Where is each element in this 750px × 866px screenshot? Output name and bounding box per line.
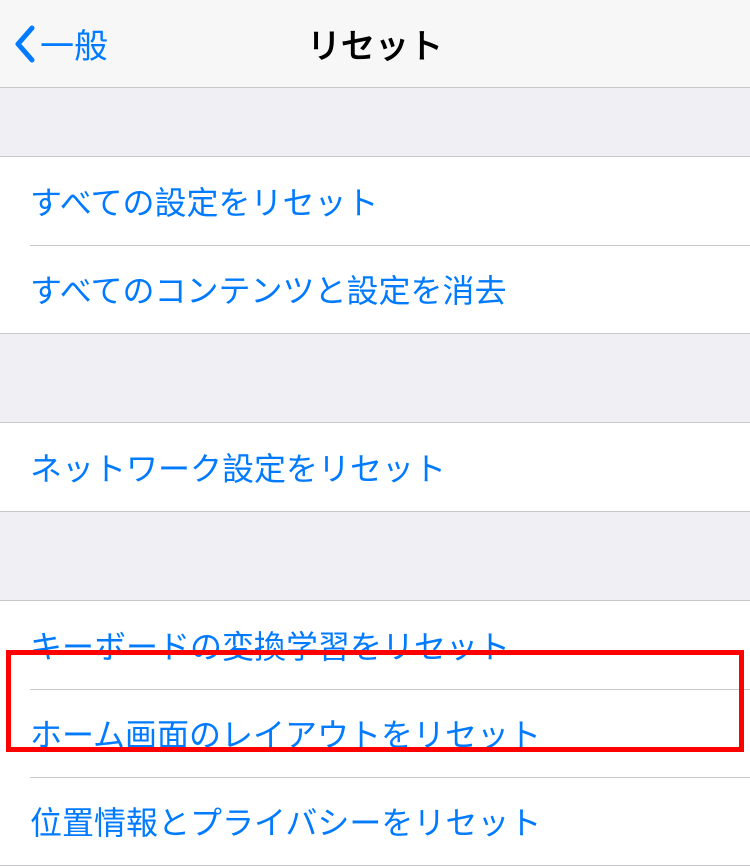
page-title: リセット bbox=[307, 19, 443, 68]
reset-location-privacy[interactable]: 位置情報とプライバシーをリセット bbox=[0, 777, 750, 865]
chevron-left-icon bbox=[12, 24, 36, 64]
section-gap bbox=[0, 512, 750, 600]
list-item-label: ホーム画面のレイアウトをリセット bbox=[30, 710, 541, 756]
list-item-label: キーボードの変換学習をリセット bbox=[30, 622, 510, 668]
back-label: 一般 bbox=[40, 19, 108, 68]
navbar: 一般 リセット bbox=[0, 0, 750, 88]
back-button[interactable]: 一般 bbox=[0, 19, 108, 68]
reset-home-screen-layout[interactable]: ホーム画面のレイアウトをリセット bbox=[0, 689, 750, 777]
list-item-label: ネットワーク設定をリセット bbox=[30, 444, 446, 490]
list-item-label: すべての設定をリセット bbox=[30, 178, 378, 224]
list-group-3: キーボードの変換学習をリセット ホーム画面のレイアウトをリセット 位置情報とプラ… bbox=[0, 600, 750, 866]
list-item-label: 位置情報とプライバシーをリセット bbox=[30, 798, 541, 844]
section-gap bbox=[0, 334, 750, 422]
list-group-2: ネットワーク設定をリセット bbox=[0, 422, 750, 512]
reset-network-settings[interactable]: ネットワーク設定をリセット bbox=[0, 423, 750, 511]
reset-keyboard-dictionary[interactable]: キーボードの変換学習をリセット bbox=[0, 601, 750, 689]
reset-all-settings[interactable]: すべての設定をリセット bbox=[0, 157, 750, 245]
list-group-1: すべての設定をリセット すべてのコンテンツと設定を消去 bbox=[0, 156, 750, 334]
section-gap bbox=[0, 88, 750, 156]
erase-all-content-settings[interactable]: すべてのコンテンツと設定を消去 bbox=[0, 245, 750, 333]
list-item-label: すべてのコンテンツと設定を消去 bbox=[30, 266, 506, 312]
